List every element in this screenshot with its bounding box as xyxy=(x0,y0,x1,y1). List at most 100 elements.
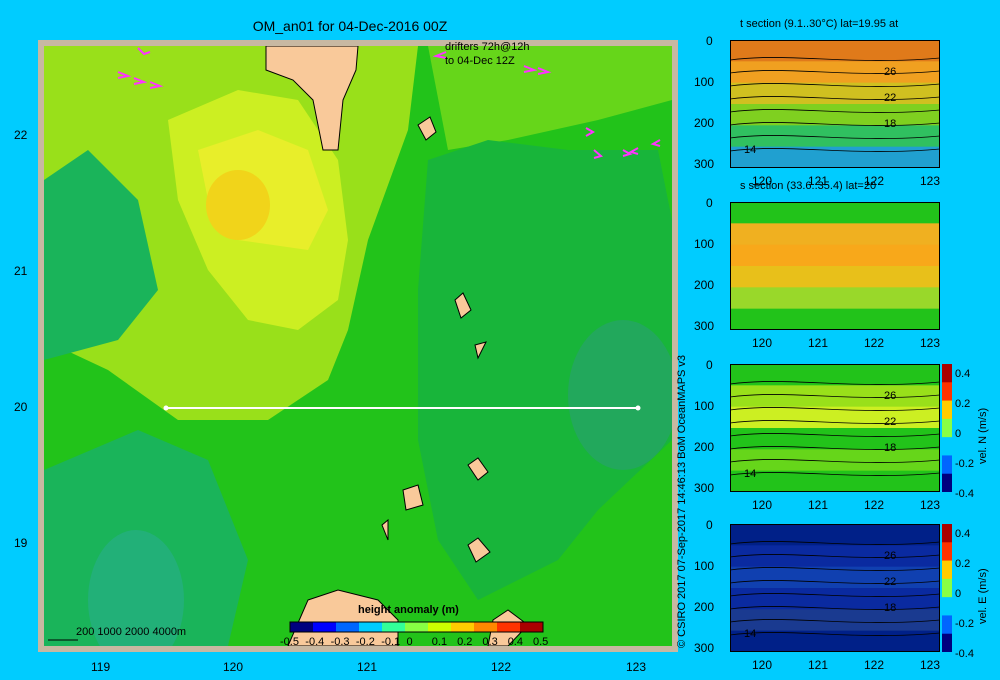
anomaly-max xyxy=(206,170,270,240)
velocity-colorbar-label: vel. E (m/s) xyxy=(977,568,989,624)
section-layer xyxy=(730,146,940,168)
colorbar-tick: -0.3 xyxy=(330,636,350,648)
panel-x-tick: 123 xyxy=(920,174,941,188)
contour-label: 22 xyxy=(884,576,897,588)
velocity-colorbar-tick: -0.2 xyxy=(955,458,974,470)
colorbar-swatch xyxy=(942,418,952,439)
panel-y-tick: 300 xyxy=(694,157,715,171)
panel-y-tick: 200 xyxy=(694,440,715,454)
velocity-colorbar xyxy=(942,524,952,652)
section-layer xyxy=(730,524,940,547)
panel-y-tick: 0 xyxy=(706,34,713,48)
panel-y-tick: 0 xyxy=(706,358,713,372)
section-layer xyxy=(730,202,940,225)
contour-label: 26 xyxy=(884,66,897,78)
colorbar-tick: -0.2 xyxy=(355,636,375,648)
colorbar-tick: 0 xyxy=(406,636,413,648)
velocity-colorbar-tick: 0 xyxy=(955,428,962,440)
velocity-colorbar-tick: 0 xyxy=(955,588,962,600)
depth-legend-label: 200 1000 2000 4000m xyxy=(76,626,187,638)
colorbar-swatch xyxy=(942,597,952,617)
colorbar-tick: -0.4 xyxy=(305,636,325,648)
colorbar-tick: 0.2 xyxy=(457,636,473,648)
anomaly-min-east xyxy=(568,320,672,470)
panel-y-tick: 200 xyxy=(694,116,715,130)
map-x-tick: 120 xyxy=(223,660,244,674)
contour-label: 18 xyxy=(884,442,897,454)
panel-x-tick: 122 xyxy=(864,336,885,350)
credit-text: © CSIRO 2017 07-Sep-2017 14:46:13 BoM Oc… xyxy=(676,354,688,648)
contour-label: 14 xyxy=(744,468,757,480)
contour-label: 26 xyxy=(884,550,897,562)
colorbar-tick: -0.5 xyxy=(280,636,299,648)
panel-y-tick: 0 xyxy=(706,518,713,532)
map-x-tick: 122 xyxy=(491,660,512,674)
section-panel-0 xyxy=(730,40,940,168)
panel-y-tick: 100 xyxy=(694,75,715,89)
panel-y-tick: 300 xyxy=(694,319,715,333)
map-y-tick: 19 xyxy=(14,536,28,550)
drifter-note-1: drifters 72h@12h xyxy=(445,41,530,53)
colorbar-swatch xyxy=(942,633,952,652)
colorbar-swatch xyxy=(942,542,952,562)
contour-label: 22 xyxy=(884,416,897,428)
velocity-colorbar-tick: -0.4 xyxy=(955,648,974,660)
panel-y-tick: 200 xyxy=(694,600,715,614)
panel-x-tick: 122 xyxy=(864,498,885,512)
colorbar-tick: -0.1 xyxy=(381,636,401,648)
contour-label: 18 xyxy=(884,118,897,130)
panel-x-tick: 123 xyxy=(920,658,941,672)
panel-y-tick: 300 xyxy=(694,481,715,495)
section-layer xyxy=(730,40,940,63)
colorbar-title: height anomaly (m) xyxy=(358,604,459,616)
colorbar-swatch xyxy=(942,382,952,402)
section-layer xyxy=(730,125,940,148)
contour-label: 22 xyxy=(884,92,897,104)
colorbar-tick: 0.1 xyxy=(431,636,448,648)
map-y-tick: 21 xyxy=(14,264,28,278)
velocity-colorbar-tick: 0.2 xyxy=(955,398,971,410)
velocity-colorbar-tick: -0.4 xyxy=(955,488,974,500)
map-y-tick: 22 xyxy=(14,128,28,142)
colorbar-swatch xyxy=(942,560,952,580)
velocity-colorbar-label: vel. N (m/s) xyxy=(977,407,989,464)
colorbar-tick: 0.5 xyxy=(533,636,549,648)
panel-y-tick: 100 xyxy=(694,399,715,413)
panel-y-tick: 0 xyxy=(706,196,713,210)
panel-title: s section (33.6..35.4) lat=20 xyxy=(740,180,877,192)
colorbar-swatch xyxy=(942,437,952,457)
panel-x-tick: 122 xyxy=(864,658,885,672)
section-layer xyxy=(730,470,940,492)
section-panel-3 xyxy=(730,524,940,652)
velocity-colorbar-tick: -0.2 xyxy=(955,618,974,630)
colorbar-swatch xyxy=(942,578,952,599)
height-anomaly-map xyxy=(38,40,678,652)
panel-x-tick: 121 xyxy=(808,658,829,672)
height-anomaly-colorbar xyxy=(289,621,544,633)
panel-title: t section (9.1..30°C) lat=19.95 at xyxy=(740,18,899,30)
section-layer xyxy=(730,244,940,267)
contour-label: 18 xyxy=(884,602,897,614)
section-panel-1 xyxy=(730,202,940,330)
map-y-tick: 20 xyxy=(14,400,28,414)
velocity-colorbar xyxy=(942,364,952,492)
section-panel-2 xyxy=(730,364,940,492)
panel-y-tick: 100 xyxy=(694,559,715,573)
map-x-tick: 119 xyxy=(91,660,111,674)
colorbar-swatch xyxy=(942,524,952,544)
panel-x-tick: 120 xyxy=(752,336,773,350)
section-layer xyxy=(730,308,940,330)
colorbar-swatch xyxy=(942,473,952,492)
section-layer xyxy=(730,609,940,632)
contour-label: 14 xyxy=(744,144,757,156)
colorbar-swatch xyxy=(942,364,952,384)
map-title: OM_an01 for 04-Dec-2016 00Z xyxy=(252,18,448,34)
velocity-colorbar-tick: 0.4 xyxy=(955,528,971,540)
velocity-colorbar-tick: 0.4 xyxy=(955,368,971,380)
map-x-tick: 121 xyxy=(357,660,378,674)
velocity-colorbar-tick: 0.2 xyxy=(955,558,971,570)
panel-x-tick: 123 xyxy=(920,498,941,512)
panel-x-tick: 121 xyxy=(808,336,829,350)
drifter-note-2: to 04-Dec 12Z xyxy=(445,55,515,67)
panel-y-tick: 200 xyxy=(694,278,715,292)
